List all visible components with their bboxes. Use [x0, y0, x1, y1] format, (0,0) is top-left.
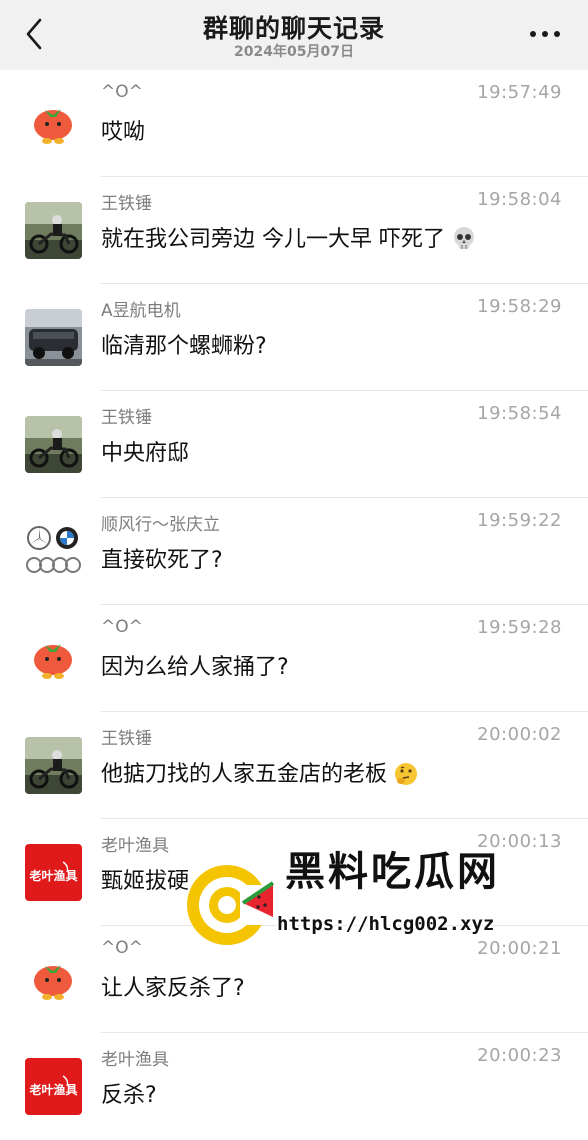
- more-icon[interactable]: [528, 22, 562, 46]
- message-item: 王铁锤 19:58:04 就在我公司旁边 今儿一大早 吓死了: [0, 177, 588, 284]
- sender-name: 老叶渔具: [101, 836, 169, 856]
- message-item: 王铁锤 20:00:02 他掂刀找的人家五金店的老板: [0, 712, 588, 819]
- sender-name: 王铁锤: [101, 408, 152, 428]
- message-item: 顺风行～张庆立 19:59:22 直接砍死了?: [0, 498, 588, 605]
- sender-name: ^O^: [101, 938, 143, 958]
- message-item: 王铁锤 19:58:54 中央府邸: [0, 391, 588, 498]
- message-text-content: 就在我公司旁边 今儿一大早 吓死了: [101, 227, 445, 252]
- message-text[interactable]: 反杀?: [101, 1077, 157, 1109]
- sender-name: 王铁锤: [101, 194, 152, 214]
- message-text[interactable]: 甄姬拔硬: [101, 863, 189, 895]
- motorcycle-avatar[interactable]: [25, 202, 82, 259]
- sender-name: 老叶渔具: [101, 1050, 169, 1070]
- thinking-emoji-icon: [395, 763, 418, 785]
- site-watermark: 黑料吃瓜网 https://hlcg002.xyz: [185, 825, 545, 965]
- message-text[interactable]: 因为么给人家捅了?: [101, 649, 289, 681]
- message-text[interactable]: 哎呦: [101, 114, 145, 146]
- message-time: 19:59:22: [477, 510, 562, 531]
- message-text[interactable]: 就在我公司旁边 今儿一大早 吓死了: [101, 221, 477, 253]
- fishing-logo-text: 老叶渔具: [29, 868, 77, 883]
- sender-name: A昱航电机: [101, 301, 181, 321]
- message-list: ^O^ 19:57:49 哎呦 王铁锤 19:58:04 就在我公司旁边 今儿一…: [0, 70, 588, 1140]
- watermark-title: 黑料吃瓜网: [285, 849, 500, 895]
- fishing-logo-avatar[interactable]: 老叶渔具: [25, 844, 82, 901]
- message-time: 19:59:28: [477, 617, 562, 638]
- watermark-logo-icon: [187, 865, 275, 945]
- page-title: 群聊的聊天记录: [202, 14, 385, 43]
- message-time: 19:58:29: [477, 296, 562, 317]
- message-item: ^O^ 19:59:28 因为么给人家捅了?: [0, 605, 588, 712]
- message-time: 20:00:02: [477, 724, 562, 745]
- fishing-logo-text: 老叶渔具: [29, 1082, 77, 1097]
- message-item: ^O^ 19:57:49 哎呦: [0, 70, 588, 177]
- message-text-content: 他掂刀找的人家五金店的老板: [101, 762, 388, 787]
- nav-bar: 群聊的聊天记录 2024年05月07日: [0, 0, 588, 70]
- car-logos-avatar[interactable]: [25, 523, 82, 580]
- tomato-avatar[interactable]: [25, 951, 82, 1008]
- message-text[interactable]: 中央府邸: [101, 435, 189, 467]
- fishing-logo-avatar[interactable]: 老叶渔具: [25, 1058, 82, 1115]
- message-text[interactable]: 临清那个螺蛳粉?: [101, 328, 267, 360]
- tomato-avatar[interactable]: [25, 630, 82, 687]
- message-text[interactable]: 他掂刀找的人家五金店的老板: [101, 756, 419, 788]
- motorcycle-avatar[interactable]: [25, 416, 82, 473]
- sender-name: 顺风行～张庆立: [101, 515, 220, 535]
- watermark-url: https://hlcg002.xyz: [277, 913, 495, 935]
- message-text[interactable]: 让人家反杀了?: [101, 970, 245, 1002]
- message-time: 19:57:49: [477, 82, 562, 103]
- sender-name: ^O^: [101, 82, 143, 102]
- tomato-avatar[interactable]: [25, 95, 82, 152]
- motorcycle-avatar[interactable]: [25, 737, 82, 794]
- message-item: A昱航电机 19:58:29 临清那个螺蛳粉?: [0, 284, 588, 391]
- car-avatar[interactable]: [25, 309, 82, 366]
- message-text[interactable]: 直接砍死了?: [101, 542, 223, 574]
- message-item: 老叶渔具 老叶渔具 20:00:23 反杀?: [0, 1033, 588, 1140]
- message-time: 19:58:04: [477, 189, 562, 210]
- sender-name: 王铁锤: [101, 729, 152, 749]
- sender-name: ^O^: [101, 617, 143, 637]
- skull-emoji-icon: [454, 227, 474, 249]
- message-time: 19:58:54: [477, 403, 562, 424]
- page-date: 2024年05月07日: [234, 44, 354, 60]
- message-time: 20:00:23: [477, 1045, 562, 1066]
